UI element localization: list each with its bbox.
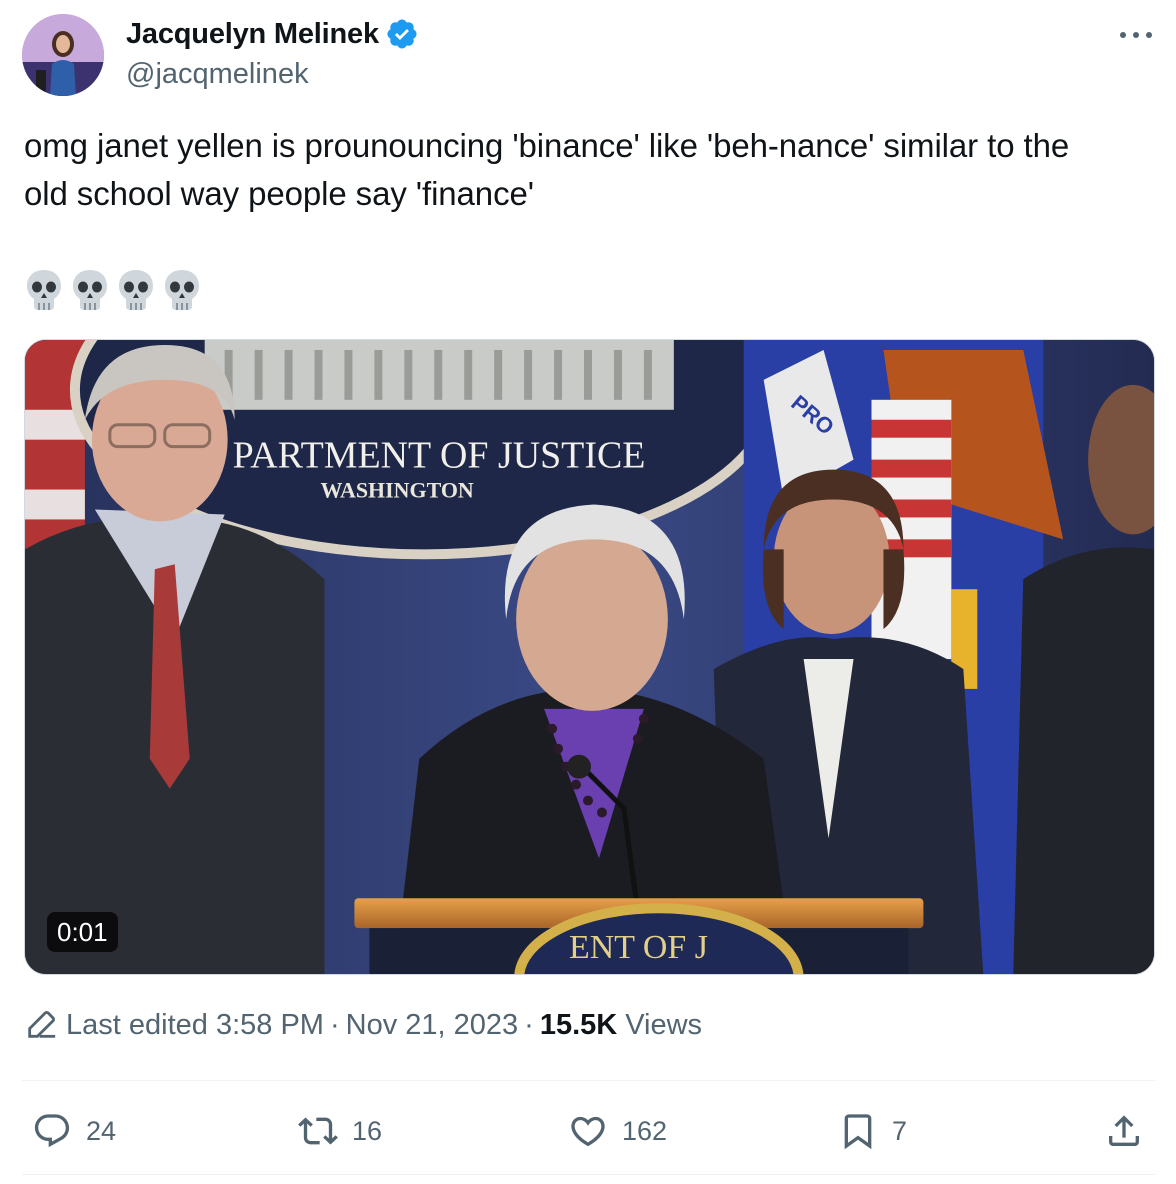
emoji-row [24, 268, 202, 312]
views-count: 15.5K [539, 1008, 618, 1041]
author-display-name[interactable]: Jacquelyn Melinek [126, 18, 379, 51]
video-timestamp: 0:01 [47, 912, 118, 952]
repost-button[interactable]: 16 [298, 1104, 382, 1158]
podium-seal-text: ENT OF J [569, 929, 708, 966]
skull-icon [165, 270, 199, 310]
video-frame: PARTMENT OF JUSTICE WASHINGTON PRO ENT O… [25, 340, 1154, 974]
separator: · [329, 1008, 340, 1041]
share-button[interactable] [1104, 1104, 1144, 1158]
share-icon [1109, 1115, 1139, 1146]
sign-line1: PARTMENT OF JUSTICE [233, 435, 646, 477]
skull-icon [27, 270, 61, 310]
pencil-icon [28, 1011, 56, 1038]
skull-icon [119, 270, 153, 310]
heart-icon [571, 1116, 605, 1147]
like-count: 162 [622, 1115, 668, 1146]
avatar-image [22, 14, 104, 96]
action-bar: 24 16 162 7 [0, 1104, 1176, 1158]
like-button[interactable]: 162 [568, 1104, 667, 1158]
video-player[interactable]: PARTMENT OF JUSTICE WASHINGTON PRO ENT O… [24, 339, 1155, 975]
more-options-icon[interactable] [1118, 20, 1154, 50]
verified-badge-icon [387, 19, 417, 49]
bookmark-button[interactable]: 7 [838, 1104, 907, 1158]
reply-count: 24 [86, 1115, 117, 1146]
edited-label[interactable]: Last edited 3:58 PM [66, 1009, 324, 1042]
bookmark-icon [844, 1114, 872, 1150]
divider [22, 1080, 1155, 1081]
repost-count: 16 [352, 1115, 383, 1146]
author-handle[interactable]: @jacqmelinek [126, 58, 309, 91]
tweet-date[interactable]: Nov 21, 2023 [346, 1009, 519, 1042]
reply-icon [34, 1114, 70, 1148]
sign-line2: WASHINGTON [320, 478, 473, 503]
tweet-card: Jacquelyn Melinek @jacqmelinek omg janet… [0, 0, 1176, 1184]
reply-button[interactable]: 24 [32, 1104, 116, 1158]
views-label: Views [625, 1008, 703, 1041]
avatar[interactable] [22, 14, 104, 96]
repost-icon [298, 1117, 338, 1145]
bookmark-count: 7 [892, 1115, 908, 1146]
divider [22, 1174, 1155, 1175]
separator: · [524, 1008, 534, 1041]
author-name-row[interactable]: Jacquelyn Melinek [126, 17, 419, 51]
tweet-text: omg janet yellen is prounouncing 'binanc… [24, 127, 1070, 212]
skull-icon [73, 270, 107, 310]
tweet-meta: Last edited 3:58 PM · Nov 21, 2023 · 15.… [24, 1008, 702, 1042]
